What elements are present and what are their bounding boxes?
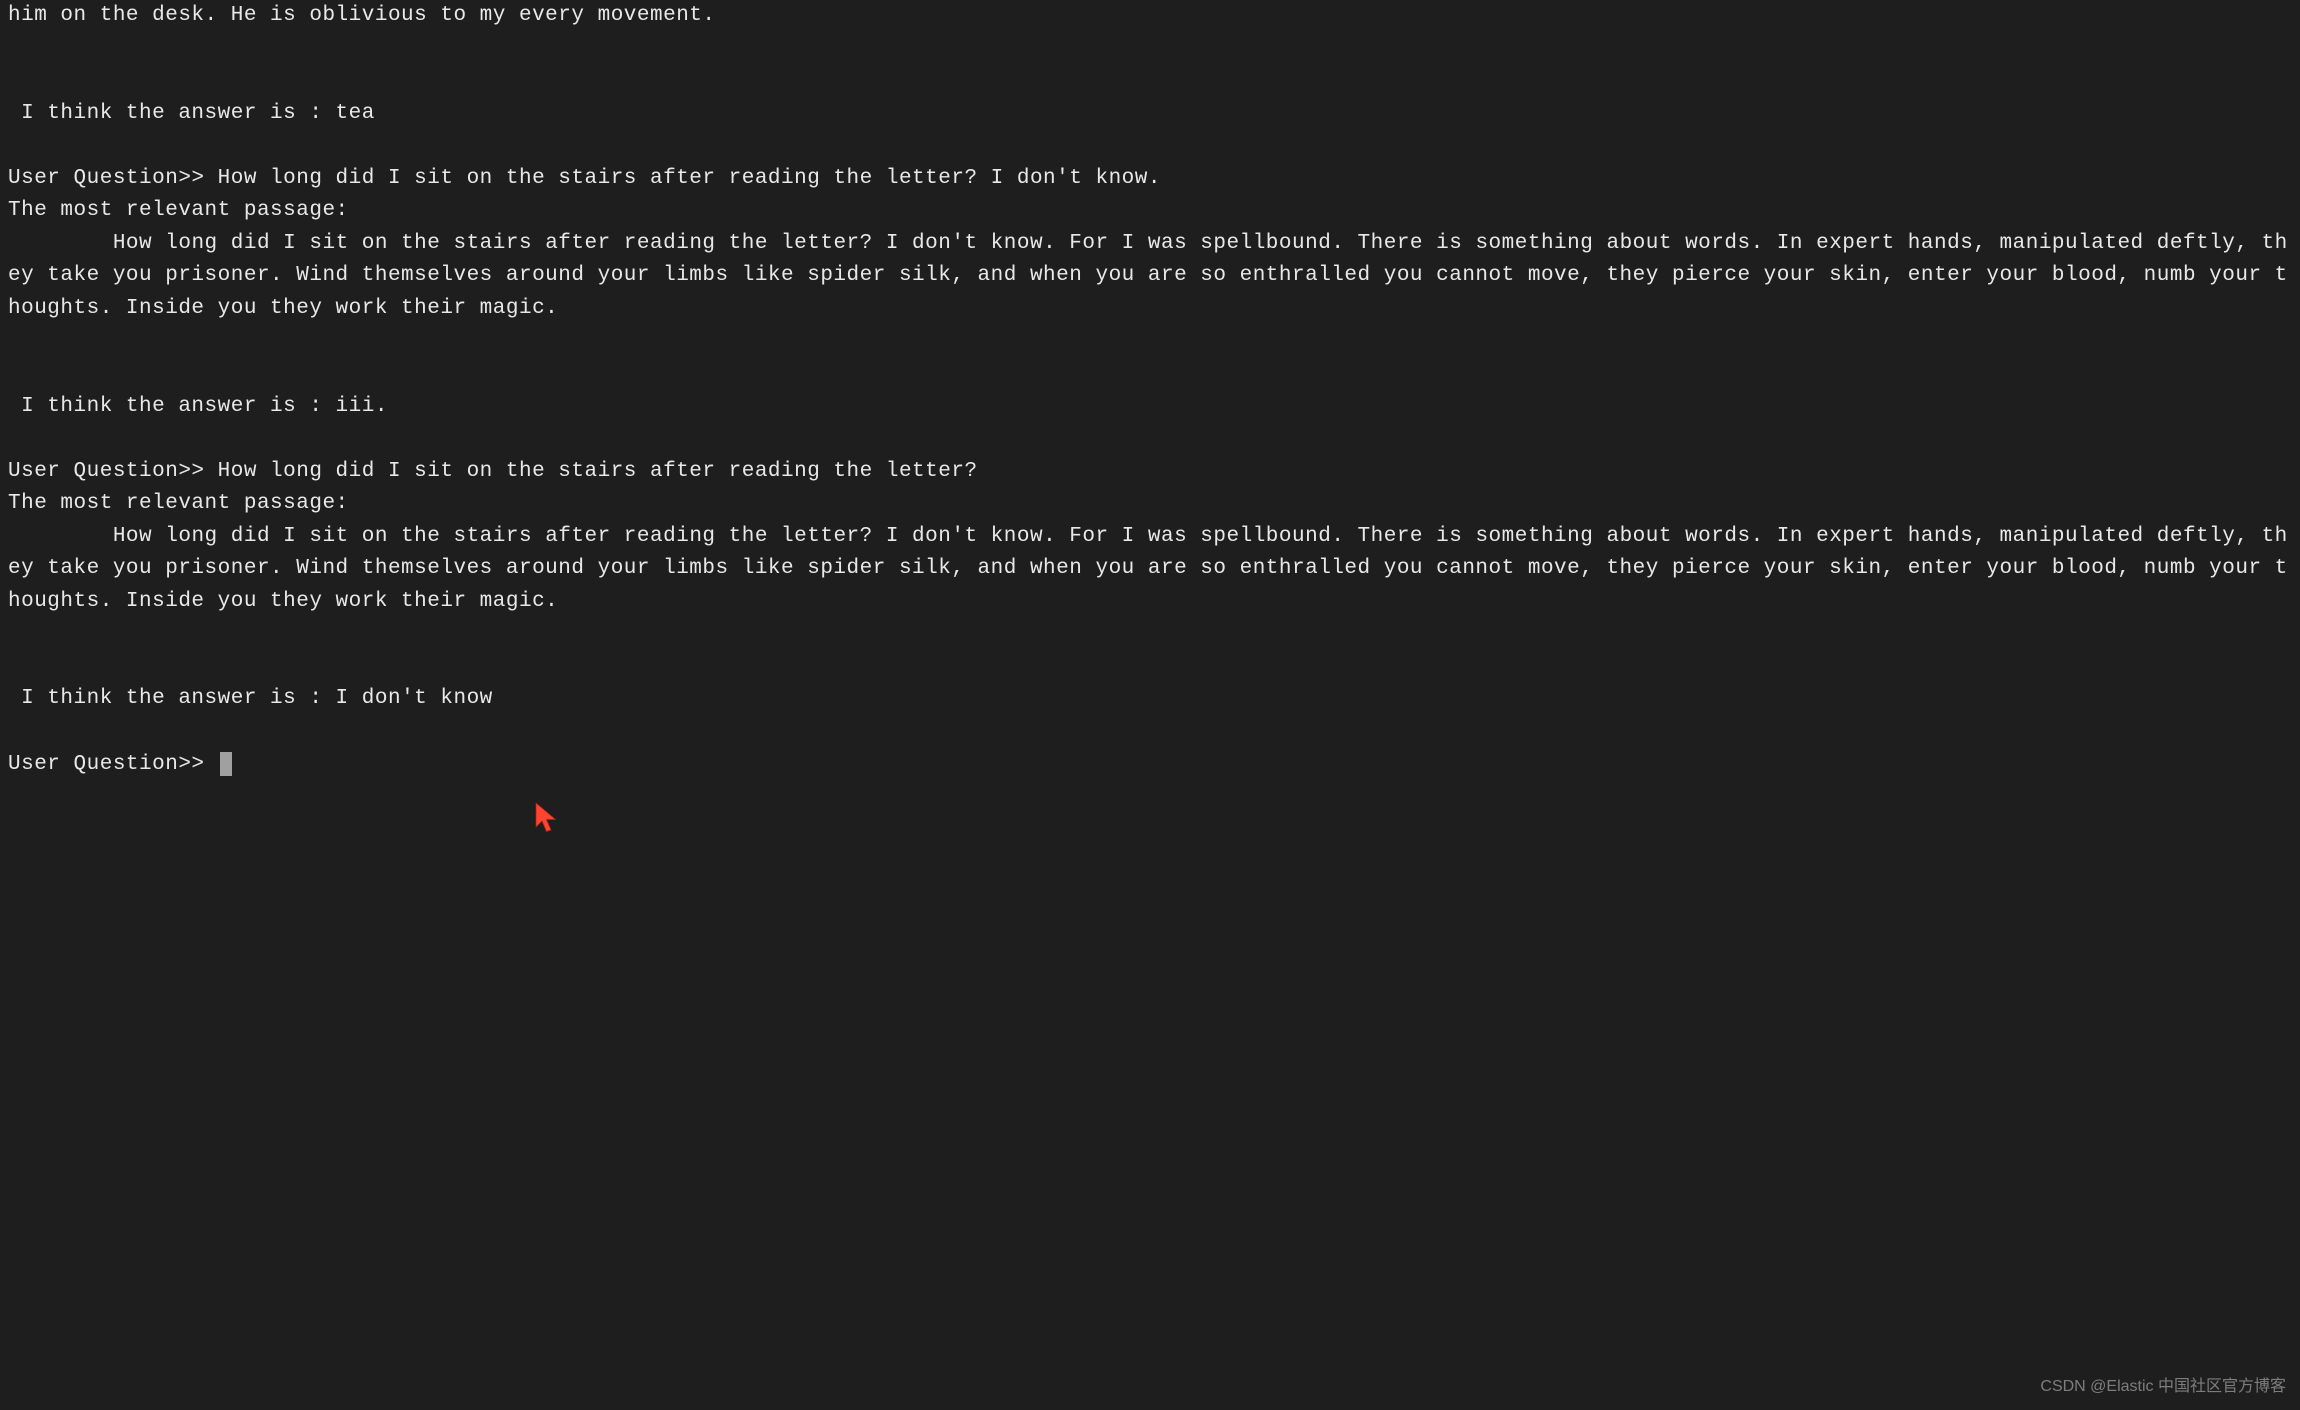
prompt-label: User Question>>: [8, 753, 218, 776]
mouse-pointer-icon: [530, 800, 566, 836]
terminal-prompt-line[interactable]: User Question>>: [0, 716, 2300, 781]
watermark-text: CSDN @Elastic 中国社区官方博客: [2040, 1375, 2286, 1400]
terminal-output: him on the desk. He is oblivious to my e…: [0, 0, 2300, 716]
text-cursor: [220, 752, 232, 776]
